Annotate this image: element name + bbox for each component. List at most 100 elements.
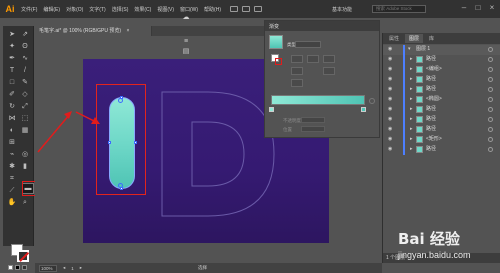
- column-graph-tool-icon[interactable]: ▮: [20, 162, 30, 171]
- none-mode-swatch[interactable]: [22, 265, 27, 270]
- gradient-stop-right[interactable]: [361, 107, 366, 112]
- layer-row[interactable]: ◉ ▾ 图层 1: [383, 45, 500, 55]
- width-tool-icon[interactable]: ⋈: [7, 114, 17, 123]
- expand-toggle-icon[interactable]: ▾: [408, 47, 411, 52]
- gradient-reverse-button[interactable]: [291, 79, 303, 87]
- artboard-tool-icon[interactable]: ⌗: [7, 174, 17, 183]
- eraser-tool-icon[interactable]: ◇: [20, 90, 30, 99]
- direct-selection-tool-icon[interactable]: ⇗: [20, 30, 30, 39]
- artboard-number[interactable]: 1: [71, 266, 74, 271]
- layer-row[interactable]: ◉ ▸ 路径: [383, 115, 500, 125]
- gradient-angle-field[interactable]: [291, 67, 303, 75]
- layer-row[interactable]: ◉ ▸ 路径: [383, 85, 500, 95]
- document-tab[interactable]: 毛笔字.ai* @ 100% (RGB/GPU 预览) ×: [34, 26, 152, 36]
- zoom-level-field[interactable]: 100%: [39, 264, 57, 272]
- menu-help[interactable]: 帮助(H): [201, 6, 224, 13]
- location-field[interactable]: [301, 126, 325, 132]
- search-stock-input[interactable]: 搜索 Adobe Stock: [372, 5, 426, 13]
- gradient-mode-swatch[interactable]: [15, 265, 20, 270]
- tab-libraries[interactable]: 库: [425, 34, 438, 43]
- gradient-stop-left[interactable]: [269, 107, 274, 112]
- letter-d-outline[interactable]: [158, 88, 278, 220]
- stroke-swatch[interactable]: [17, 250, 29, 262]
- layer-row[interactable]: ◉ ▸ <编组>: [383, 65, 500, 75]
- menu-object[interactable]: 对象(O): [63, 6, 86, 13]
- gradient-preview-swatch[interactable]: [269, 35, 283, 49]
- visibility-eye-icon[interactable]: ◉: [388, 107, 394, 112]
- hand-tool-icon[interactable]: ✋: [7, 198, 17, 207]
- gradient-slider[interactable]: [271, 95, 365, 105]
- expand-toggle-icon[interactable]: ▸: [410, 117, 413, 122]
- gradient-stroke-icon[interactable]: [275, 58, 282, 65]
- expand-toggle-icon[interactable]: ▸: [410, 57, 413, 62]
- artboard-navigation-prev-icon[interactable]: ◂: [63, 265, 65, 271]
- expand-toggle-icon[interactable]: ▸: [410, 147, 413, 152]
- maximize-icon[interactable]: □: [474, 4, 482, 12]
- line-tool-icon[interactable]: /: [20, 66, 30, 75]
- visibility-eye-icon[interactable]: ◉: [388, 127, 394, 132]
- scale-tool-icon[interactable]: ⤢: [20, 102, 30, 111]
- visibility-eye-icon[interactable]: ◉: [388, 57, 394, 62]
- artboard-navigation-next-icon[interactable]: ▸: [80, 265, 82, 271]
- layer-row[interactable]: ◉ ▸ <椭圆>: [383, 95, 500, 105]
- eyedropper-tool-icon[interactable]: ⌁: [7, 150, 17, 159]
- opacity-field[interactable]: [301, 117, 325, 123]
- expand-toggle-icon[interactable]: ▸: [410, 127, 413, 132]
- menu-select[interactable]: 选择(S): [109, 6, 132, 13]
- curvature-tool-icon[interactable]: ∿: [20, 54, 30, 63]
- gradient-radial-button[interactable]: [307, 55, 319, 63]
- zoom-tool-icon[interactable]: ⌕: [20, 198, 30, 207]
- minimize-icon[interactable]: –: [460, 4, 468, 12]
- paintbrush-tool-icon[interactable]: ✎: [20, 78, 30, 87]
- symbol-sprayer-tool-icon[interactable]: ✱: [7, 162, 17, 171]
- expand-toggle-icon[interactable]: ▸: [410, 67, 413, 72]
- blend-tool-icon[interactable]: ◎: [20, 150, 30, 159]
- menu-type[interactable]: 文字(T): [86, 6, 108, 13]
- bridge-icon[interactable]: [230, 6, 238, 12]
- layer-target-icon[interactable]: [488, 57, 493, 62]
- delete-stop-icon[interactable]: [369, 98, 375, 104]
- slice-tool-icon[interactable]: ⟋: [7, 186, 17, 195]
- layer-target-icon[interactable]: [488, 127, 493, 132]
- visibility-eye-icon[interactable]: ◉: [388, 137, 394, 142]
- pen-tool-icon[interactable]: ✒: [7, 54, 17, 63]
- expand-toggle-icon[interactable]: ▸: [410, 77, 413, 82]
- layer-target-icon[interactable]: [488, 77, 493, 82]
- layer-row[interactable]: ◉ ▸ 路径: [383, 105, 500, 115]
- visibility-eye-icon[interactable]: ◉: [388, 117, 394, 122]
- tab-layers[interactable]: 图层: [405, 34, 424, 43]
- expand-toggle-icon[interactable]: ▸: [410, 87, 413, 92]
- shaper-tool-icon[interactable]: ✐: [7, 90, 17, 99]
- menu-effect[interactable]: 效果(C): [131, 6, 154, 13]
- menu-file[interactable]: 文件(F): [18, 6, 40, 13]
- layer-target-icon[interactable]: [488, 107, 493, 112]
- shape-builder-tool-icon[interactable]: ◐: [7, 126, 17, 135]
- visibility-eye-icon[interactable]: ◉: [388, 87, 394, 92]
- transform-icon[interactable]: ▤: [181, 48, 191, 56]
- menu-edit[interactable]: 编辑(E): [40, 6, 63, 13]
- align-icon[interactable]: ≡: [181, 38, 191, 46]
- gradient-panel-header[interactable]: 渐变: [265, 21, 379, 31]
- expand-toggle-icon[interactable]: ▸: [410, 97, 413, 102]
- document-tab-close-icon[interactable]: ×: [126, 28, 129, 34]
- layer-target-icon[interactable]: [488, 87, 493, 92]
- gradient-type-select[interactable]: [295, 41, 321, 48]
- close-icon[interactable]: ×: [488, 4, 496, 12]
- menu-view[interactable]: 视图(V): [154, 6, 177, 13]
- visibility-eye-icon[interactable]: ◉: [388, 67, 394, 72]
- visibility-eye-icon[interactable]: ◉: [388, 77, 394, 82]
- layer-row[interactable]: ◉ ▸ <矩形>: [383, 135, 500, 145]
- magic-wand-tool-icon[interactable]: ✦: [7, 42, 17, 51]
- layer-row[interactable]: ◉ ▸ 路径: [383, 125, 500, 135]
- expand-toggle-icon[interactable]: ▸: [410, 137, 413, 142]
- layer-target-icon[interactable]: [488, 137, 493, 142]
- rectangle-tool-icon[interactable]: □: [7, 78, 17, 87]
- arrange-documents-icon[interactable]: [242, 6, 250, 12]
- lasso-tool-icon[interactable]: ʘ: [20, 42, 30, 51]
- visibility-eye-icon[interactable]: ◉: [388, 47, 394, 52]
- mesh-tool-icon[interactable]: ⊞: [7, 138, 17, 147]
- layer-target-icon[interactable]: [488, 97, 493, 102]
- perspective-grid-tool-icon[interactable]: ▦: [20, 126, 30, 135]
- free-transform-tool-icon[interactable]: ⬚: [20, 114, 30, 123]
- visibility-eye-icon[interactable]: ◉: [388, 147, 394, 152]
